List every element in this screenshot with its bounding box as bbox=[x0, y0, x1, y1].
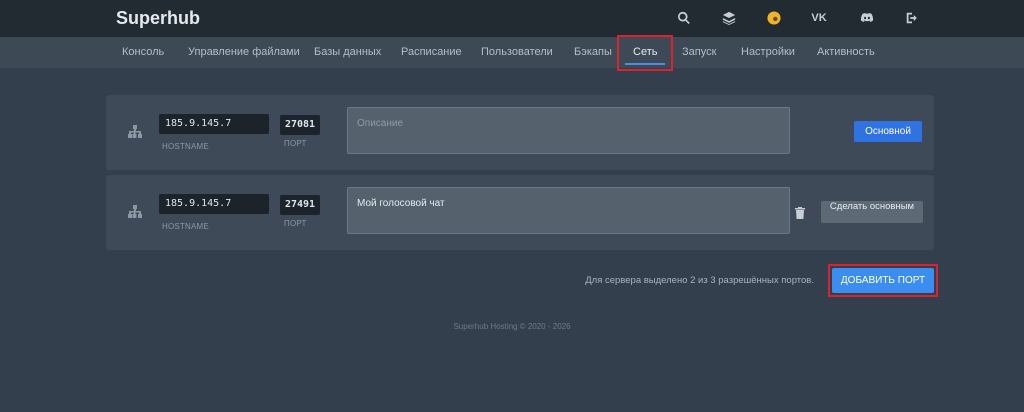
add-port-button[interactable]: ДОБАВИТЬ ПОРТ bbox=[832, 268, 934, 293]
hostname-field[interactable]: 185.9.145.7 bbox=[159, 194, 269, 214]
brand-logo[interactable]: Superhub bbox=[116, 8, 200, 29]
discord-icon[interactable] bbox=[859, 10, 875, 26]
layers-icon[interactable] bbox=[721, 10, 737, 26]
tab-schedule[interactable]: Расписание bbox=[401, 37, 462, 68]
trash-icon[interactable] bbox=[795, 206, 805, 219]
top-bar: Superhub VK bbox=[0, 0, 1024, 37]
port-allocation-card: 185.9.145.7 HOSTNAME 27081 ПОРТ Описание… bbox=[106, 95, 934, 170]
tab-activity[interactable]: Активность bbox=[817, 37, 875, 68]
description-input[interactable]: Мой голосовой чат bbox=[347, 187, 790, 234]
hostname-label: HOSTNAME bbox=[162, 142, 209, 151]
section-tabs: Консоль Управление файлами Базы данных Р… bbox=[0, 37, 1024, 68]
port-label: ПОРТ bbox=[284, 219, 307, 228]
port-number[interactable]: 27081 bbox=[280, 115, 320, 135]
network-icon bbox=[128, 125, 142, 139]
user-avatar-icon[interactable] bbox=[766, 10, 782, 26]
tab-settings[interactable]: Настройки bbox=[741, 37, 795, 68]
tab-startup[interactable]: Запуск bbox=[682, 37, 716, 68]
search-icon[interactable] bbox=[676, 10, 692, 26]
tab-users[interactable]: Пользователи bbox=[481, 37, 553, 68]
make-primary-button[interactable]: Сделать основным bbox=[821, 201, 923, 223]
hostname-label: HOSTNAME bbox=[162, 222, 209, 231]
tab-backups[interactable]: Бэкапы bbox=[574, 37, 612, 68]
network-icon bbox=[128, 205, 142, 219]
tab-file-manager[interactable]: Управление файлами bbox=[188, 37, 300, 68]
tab-databases[interactable]: Базы данных bbox=[314, 37, 381, 68]
port-number[interactable]: 27491 bbox=[280, 195, 320, 215]
tab-console[interactable]: Консоль bbox=[122, 37, 164, 68]
logout-icon[interactable] bbox=[904, 10, 920, 26]
vk-icon[interactable]: VK bbox=[811, 10, 827, 26]
allocation-status: Для сервера выделено 2 из 3 разрешённых … bbox=[585, 275, 814, 286]
description-input[interactable]: Описание bbox=[347, 107, 790, 154]
hostname-field[interactable]: 185.9.145.7 bbox=[159, 114, 269, 134]
port-allocation-card: 185.9.145.7 HOSTNAME 27491 ПОРТ Мой голо… bbox=[106, 175, 934, 250]
primary-port-button[interactable]: Основной bbox=[854, 121, 922, 142]
footer-copyright: Superhub Hosting © 2020 - 2026 bbox=[453, 322, 571, 331]
tab-network[interactable]: Сеть bbox=[624, 37, 667, 68]
port-label: ПОРТ bbox=[284, 139, 307, 148]
